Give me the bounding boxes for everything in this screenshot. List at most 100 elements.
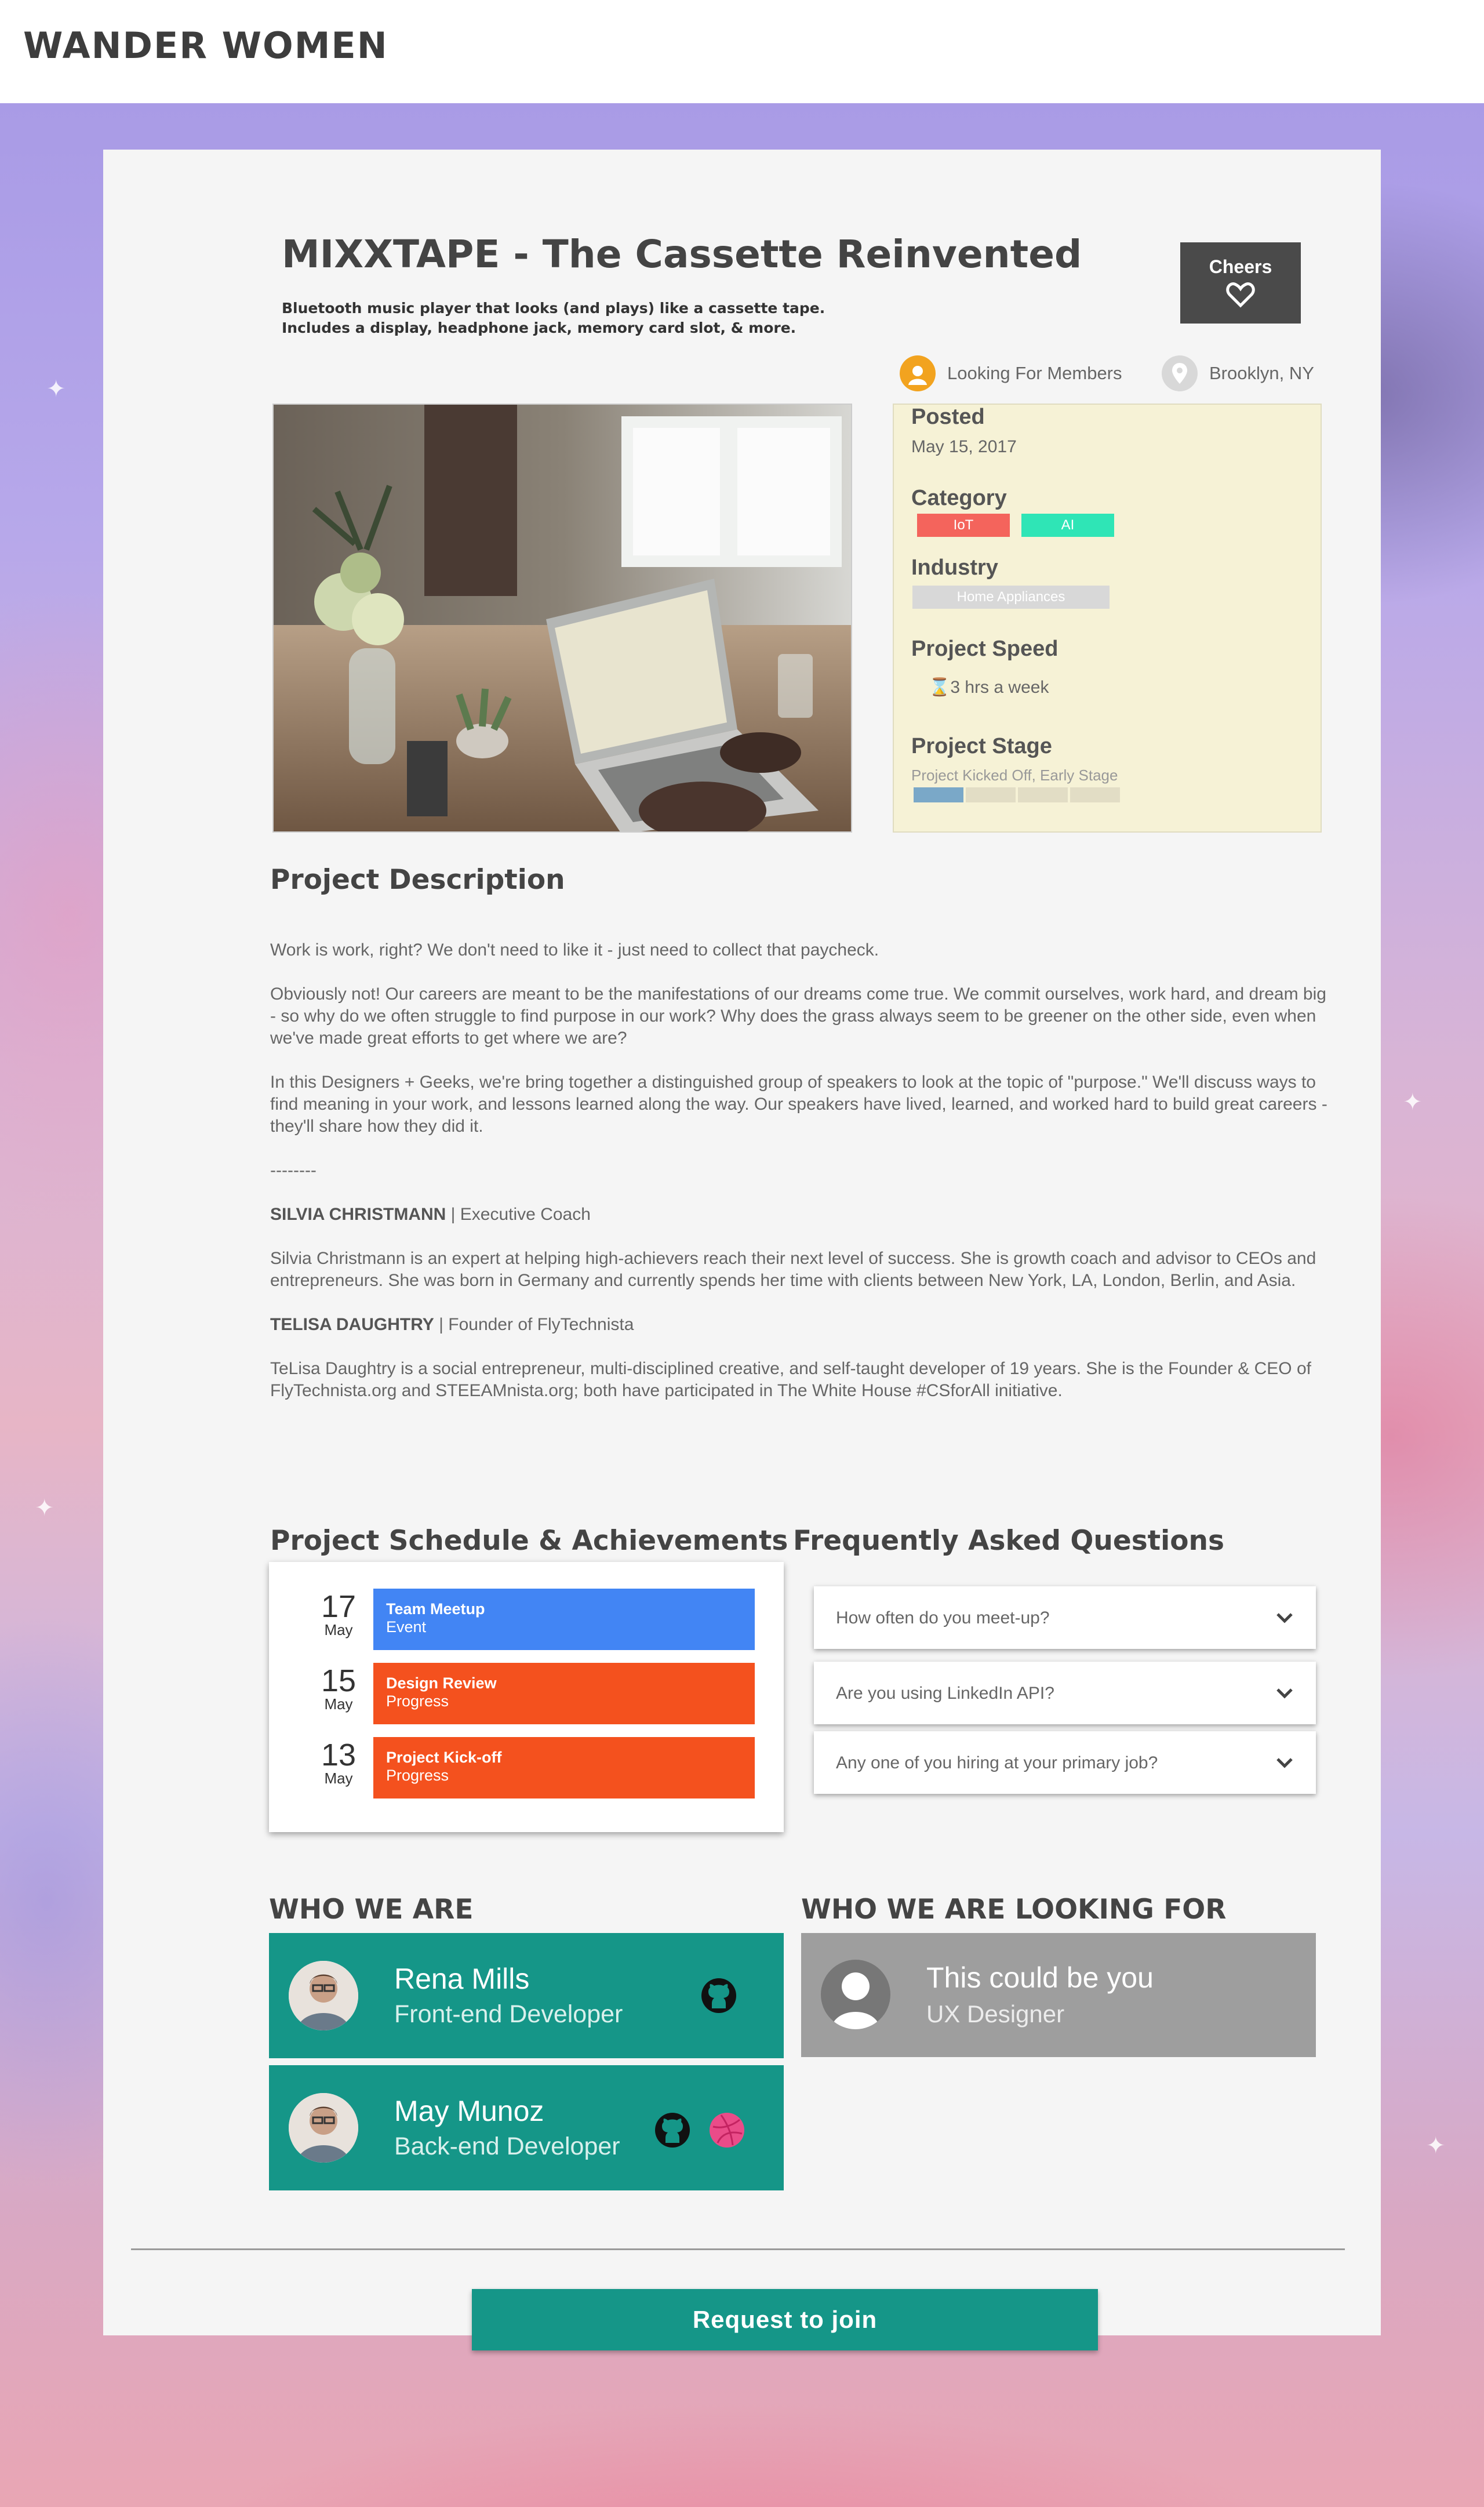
schedule-panel: 17 May Team Meetup Event 15 May Design R…: [269, 1562, 784, 1832]
industry-label: Industry: [911, 555, 998, 580]
member-role: Back-end Developer: [394, 2132, 620, 2160]
sparkle-icon: ✦: [1403, 1089, 1423, 1115]
member-role: Front-end Developer: [394, 2000, 623, 2028]
speed-text: 3 hrs a week: [950, 678, 1049, 697]
project-photo: [272, 404, 852, 833]
event-month: May: [324, 1621, 353, 1638]
description-separator: --------: [270, 1161, 317, 1180]
heart-icon: [1226, 282, 1255, 308]
cheers-button[interactable]: Cheers: [1180, 242, 1301, 324]
divider: [131, 2248, 1345, 2250]
avatar: [289, 1961, 358, 2030]
brand-logo[interactable]: WANDER WOMEN: [23, 24, 388, 67]
location-indicator: Brooklyn, NY: [1162, 355, 1314, 392]
team-heading: WHO WE ARE: [269, 1894, 474, 1925]
category-tag[interactable]: IoT: [917, 514, 1010, 537]
stage-label: Project Stage: [911, 734, 1052, 758]
avatar: [289, 2093, 358, 2163]
faq-question: Any one of you hiring at your primary jo…: [836, 1753, 1158, 1772]
schedule-event: 13 May Project Kick-off Progress: [269, 1737, 784, 1800]
stage-segment: [1018, 787, 1068, 802]
top-bar: WANDER WOMEN: [0, 0, 1484, 103]
chevron-down-icon: [1276, 1758, 1293, 1768]
event-card[interactable]: Team Meetup Event: [373, 1589, 755, 1650]
speaker-role: | Founder of FlyTechnista: [434, 1315, 634, 1334]
description-paragraph: Obviously not! Our careers are meant to …: [270, 984, 1326, 1048]
schedule-heading: Project Schedule & Achievements: [270, 1525, 788, 1557]
event-type: Event: [386, 1618, 427, 1636]
description-paragraph: Work is work, right? We don't need to li…: [270, 940, 879, 960]
speed-label: Project Speed: [911, 637, 1059, 661]
event-day: 15: [321, 1663, 357, 1698]
stage-segment: [914, 787, 963, 802]
status-text: Looking For Members: [947, 363, 1122, 383]
event-month: May: [324, 1770, 353, 1787]
speed-value: ⌛3 hrs a week: [929, 677, 1049, 697]
member-name: Rena Mills: [394, 1963, 530, 1995]
industry-tag[interactable]: Home Appliances: [912, 586, 1110, 609]
event-month: May: [324, 1695, 353, 1713]
request-to-join-button[interactable]: Request to join: [472, 2289, 1098, 2350]
sparkle-icon: ✦: [1426, 2133, 1446, 2159]
stage-segment: [966, 787, 1016, 802]
member-name: May Munoz: [394, 2095, 544, 2127]
event-type: Progress: [386, 1692, 449, 1710]
stage-segment: [1070, 787, 1120, 802]
chevron-down-icon: [1276, 1688, 1293, 1699]
event-type: Progress: [386, 1767, 449, 1784]
faq-question: Are you using LinkedIn API?: [836, 1684, 1054, 1703]
project-subtitle: Bluetooth music player that looks (and p…: [282, 299, 919, 338]
speaker-line: TELISA DAUGHTRY | Founder of FlyTechnist…: [270, 1314, 1331, 1336]
status-indicator: Looking For Members: [900, 355, 1122, 392]
project-info-panel: Posted May 15, 2017 Category IoT AI Indu…: [893, 404, 1322, 833]
event-title: Team Meetup: [386, 1600, 485, 1618]
event-day: 13: [321, 1738, 357, 1772]
faq-item[interactable]: Any one of you hiring at your primary jo…: [814, 1731, 1316, 1794]
location-pin-icon: [1162, 355, 1198, 391]
event-title: Design Review: [386, 1674, 497, 1692]
subtitle-line: Includes a display, headphone jack, memo…: [282, 319, 796, 336]
dribbble-icon[interactable]: [708, 2112, 745, 2149]
user-icon: [900, 355, 936, 391]
project-description: Work is work, right? We don't need to li…: [270, 939, 1331, 1424]
speaker-name: TELISA DAUGHTRY: [270, 1315, 434, 1334]
event-card[interactable]: Design Review Progress: [373, 1663, 755, 1724]
team-member-card[interactable]: May Munoz Back-end Developer: [269, 2065, 784, 2190]
cheers-label: Cheers: [1209, 256, 1272, 277]
description-heading: Project Description: [270, 864, 565, 896]
faq-item[interactable]: How often do you meet-up?: [814, 1586, 1316, 1649]
location-text: Brooklyn, NY: [1209, 363, 1314, 383]
stage-value: Project Kicked Off, Early Stage: [911, 766, 1118, 784]
placeholder-avatar-icon: [821, 1960, 890, 2029]
open-role-card[interactable]: This could be you UX Designer: [801, 1933, 1316, 2057]
faq-heading: Frequently Asked Questions: [793, 1525, 1224, 1557]
posted-label: Posted: [911, 405, 985, 429]
open-role-name: UX Designer: [926, 2000, 1065, 2028]
faq-question: How often do you meet-up?: [836, 1608, 1050, 1627]
chevron-down-icon: [1276, 1613, 1293, 1623]
github-icon[interactable]: [700, 1977, 737, 2014]
subtitle-line: Bluetooth music player that looks (and p…: [282, 300, 825, 317]
schedule-event: 17 May Team Meetup Event: [269, 1589, 784, 1651]
event-day: 17: [321, 1589, 357, 1624]
speaker-line: SILVIA CHRISTMANN | Executive Coach: [270, 1204, 1331, 1226]
category-label: Category: [911, 486, 1007, 510]
event-card[interactable]: Project Kick-off Progress: [373, 1737, 755, 1798]
stage-progress-bar: [914, 787, 1120, 802]
speaker-role: | Executive Coach: [446, 1205, 591, 1224]
speaker-bio: TeLisa Daughtry is a social entrepreneur…: [270, 1359, 1311, 1400]
hourglass-icon: ⌛: [929, 678, 951, 697]
speaker-name: SILVIA CHRISTMANN: [270, 1205, 446, 1224]
github-icon[interactable]: [654, 2112, 691, 2149]
faq-item[interactable]: Are you using LinkedIn API?: [814, 1662, 1316, 1724]
team-member-card[interactable]: Rena Mills Front-end Developer: [269, 1933, 784, 2058]
speaker-bio: Silvia Christmann is an expert at helpin…: [270, 1249, 1316, 1290]
description-paragraph: In this Designers + Geeks, we're bring t…: [270, 1073, 1327, 1136]
schedule-event: 15 May Design Review Progress: [269, 1663, 784, 1725]
project-title: MIXXTAPE - The Cassette Reinvented: [282, 232, 1082, 277]
looking-for-heading: WHO WE ARE LOOKING FOR: [801, 1894, 1227, 1925]
posted-value: May 15, 2017: [911, 437, 1017, 456]
sparkle-icon: ✦: [35, 1495, 54, 1521]
category-tag[interactable]: AI: [1021, 514, 1114, 537]
sparkle-icon: ✦: [46, 376, 66, 402]
